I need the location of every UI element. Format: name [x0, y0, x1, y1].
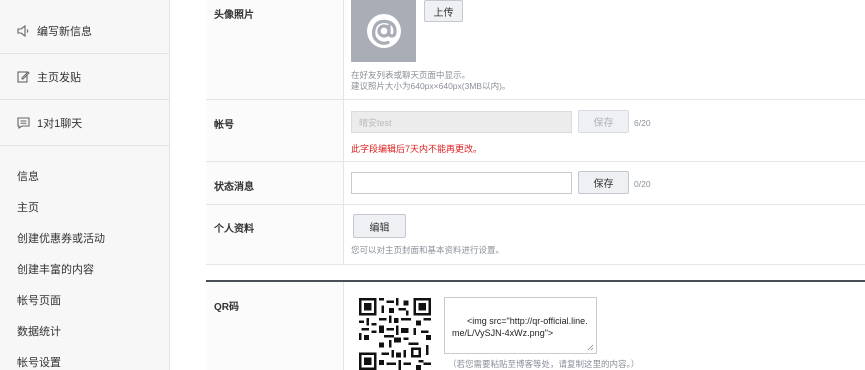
sidebar-link-home[interactable]: 主页 — [17, 199, 39, 215]
sidebar-link-rich-content[interactable]: 创建丰富的内容 — [17, 261, 94, 277]
edit-post-icon — [17, 70, 30, 83]
avatar — [351, 0, 416, 62]
settings-panel: 头像照片 上传 在好友列表或聊天页面中显示。 建议照片大小为640px×640p… — [206, 0, 865, 370]
sidebar-link-account-settings[interactable]: 帐号设置 — [17, 354, 61, 370]
edit-profile-button[interactable]: 编辑 — [353, 214, 406, 238]
sidebar-item-chat[interactable]: 1对1聊天 — [0, 100, 170, 146]
account-char-counter: 6/20 — [634, 118, 651, 128]
personal-profile-label: 个人资料 — [214, 224, 254, 235]
personal-profile-row: 个人资料 编辑 您可以对主页封面和基本资料进行设置。 — [206, 205, 865, 265]
personal-profile-hint: 您可以对主页封面和基本资料进行设置。 — [351, 245, 505, 255]
account-label: 帐号 — [214, 120, 234, 131]
sidebar-link-coupons[interactable]: 创建优惠券或活动 — [17, 230, 105, 246]
sidebar-link-messages[interactable]: 信息 — [17, 168, 39, 184]
status-save-button[interactable]: 保存 — [578, 171, 629, 194]
at-sign-icon — [366, 14, 401, 48]
sidebar-item-home-post[interactable]: 主页发贴 — [0, 54, 170, 100]
qr-label: QR码 — [214, 302, 239, 313]
qr-embed-code-text: <img src="http://qr-official.line.me/L/V… — [452, 316, 588, 338]
sidebar-item-label: 主页发贴 — [37, 71, 81, 84]
account-warning: 此字段编辑后7天内不能再更改。 — [351, 144, 483, 154]
status-message-input[interactable] — [351, 172, 572, 194]
qr-embed-code-textarea[interactable]: <img src="http://qr-official.line.me/L/V… — [444, 297, 597, 354]
account-row: 帐号 晴安test 保存 6/20 此字段编辑后7天内不能再更改。 — [206, 100, 865, 162]
account-name-field: 晴安test — [351, 111, 572, 133]
status-row: 状态消息 保存 0/20 — [206, 162, 865, 205]
sidebar-item-label: 编写新信息 — [37, 25, 92, 38]
photo-row: 头像照片 上传 在好友列表或聊天页面中显示。 建议照片大小为640px×640p… — [206, 0, 865, 100]
sidebar-link-statistics[interactable]: 数据统计 — [17, 323, 61, 339]
chat-icon — [17, 116, 30, 129]
qr-code-image — [359, 298, 431, 370]
photo-hint-1: 在好友列表或聊天页面中显示。 — [351, 70, 471, 80]
status-char-counter: 0/20 — [634, 179, 651, 189]
section-divider — [206, 280, 865, 282]
photo-label: 头像照片 — [214, 10, 254, 21]
sidebar-item-new-message[interactable]: 编写新信息 — [0, 8, 170, 54]
photo-hint-2: 建议照片大小为640px×640px(3MB以内)。 — [351, 81, 511, 91]
megaphone-icon — [17, 24, 30, 37]
qr-row: QR码 <img src="http://qr-official.line.me… — [206, 282, 865, 370]
upload-button[interactable]: 上传 — [424, 0, 463, 22]
sidebar-link-account-page[interactable]: 帐号页面 — [17, 292, 61, 308]
sidebar: 编写新信息 主页发贴 1对1聊天 信息 主页 创建优惠券或活动 创建丰富的内容 … — [0, 0, 170, 370]
qr-hint: （若您需要粘贴至博客等处，请复制这里的内容。） — [448, 359, 640, 369]
status-label: 状态消息 — [214, 182, 254, 193]
sidebar-item-label: 1对1聊天 — [37, 117, 83, 130]
account-save-button[interactable]: 保存 — [578, 110, 629, 133]
resize-handle-icon[interactable] — [587, 344, 594, 351]
